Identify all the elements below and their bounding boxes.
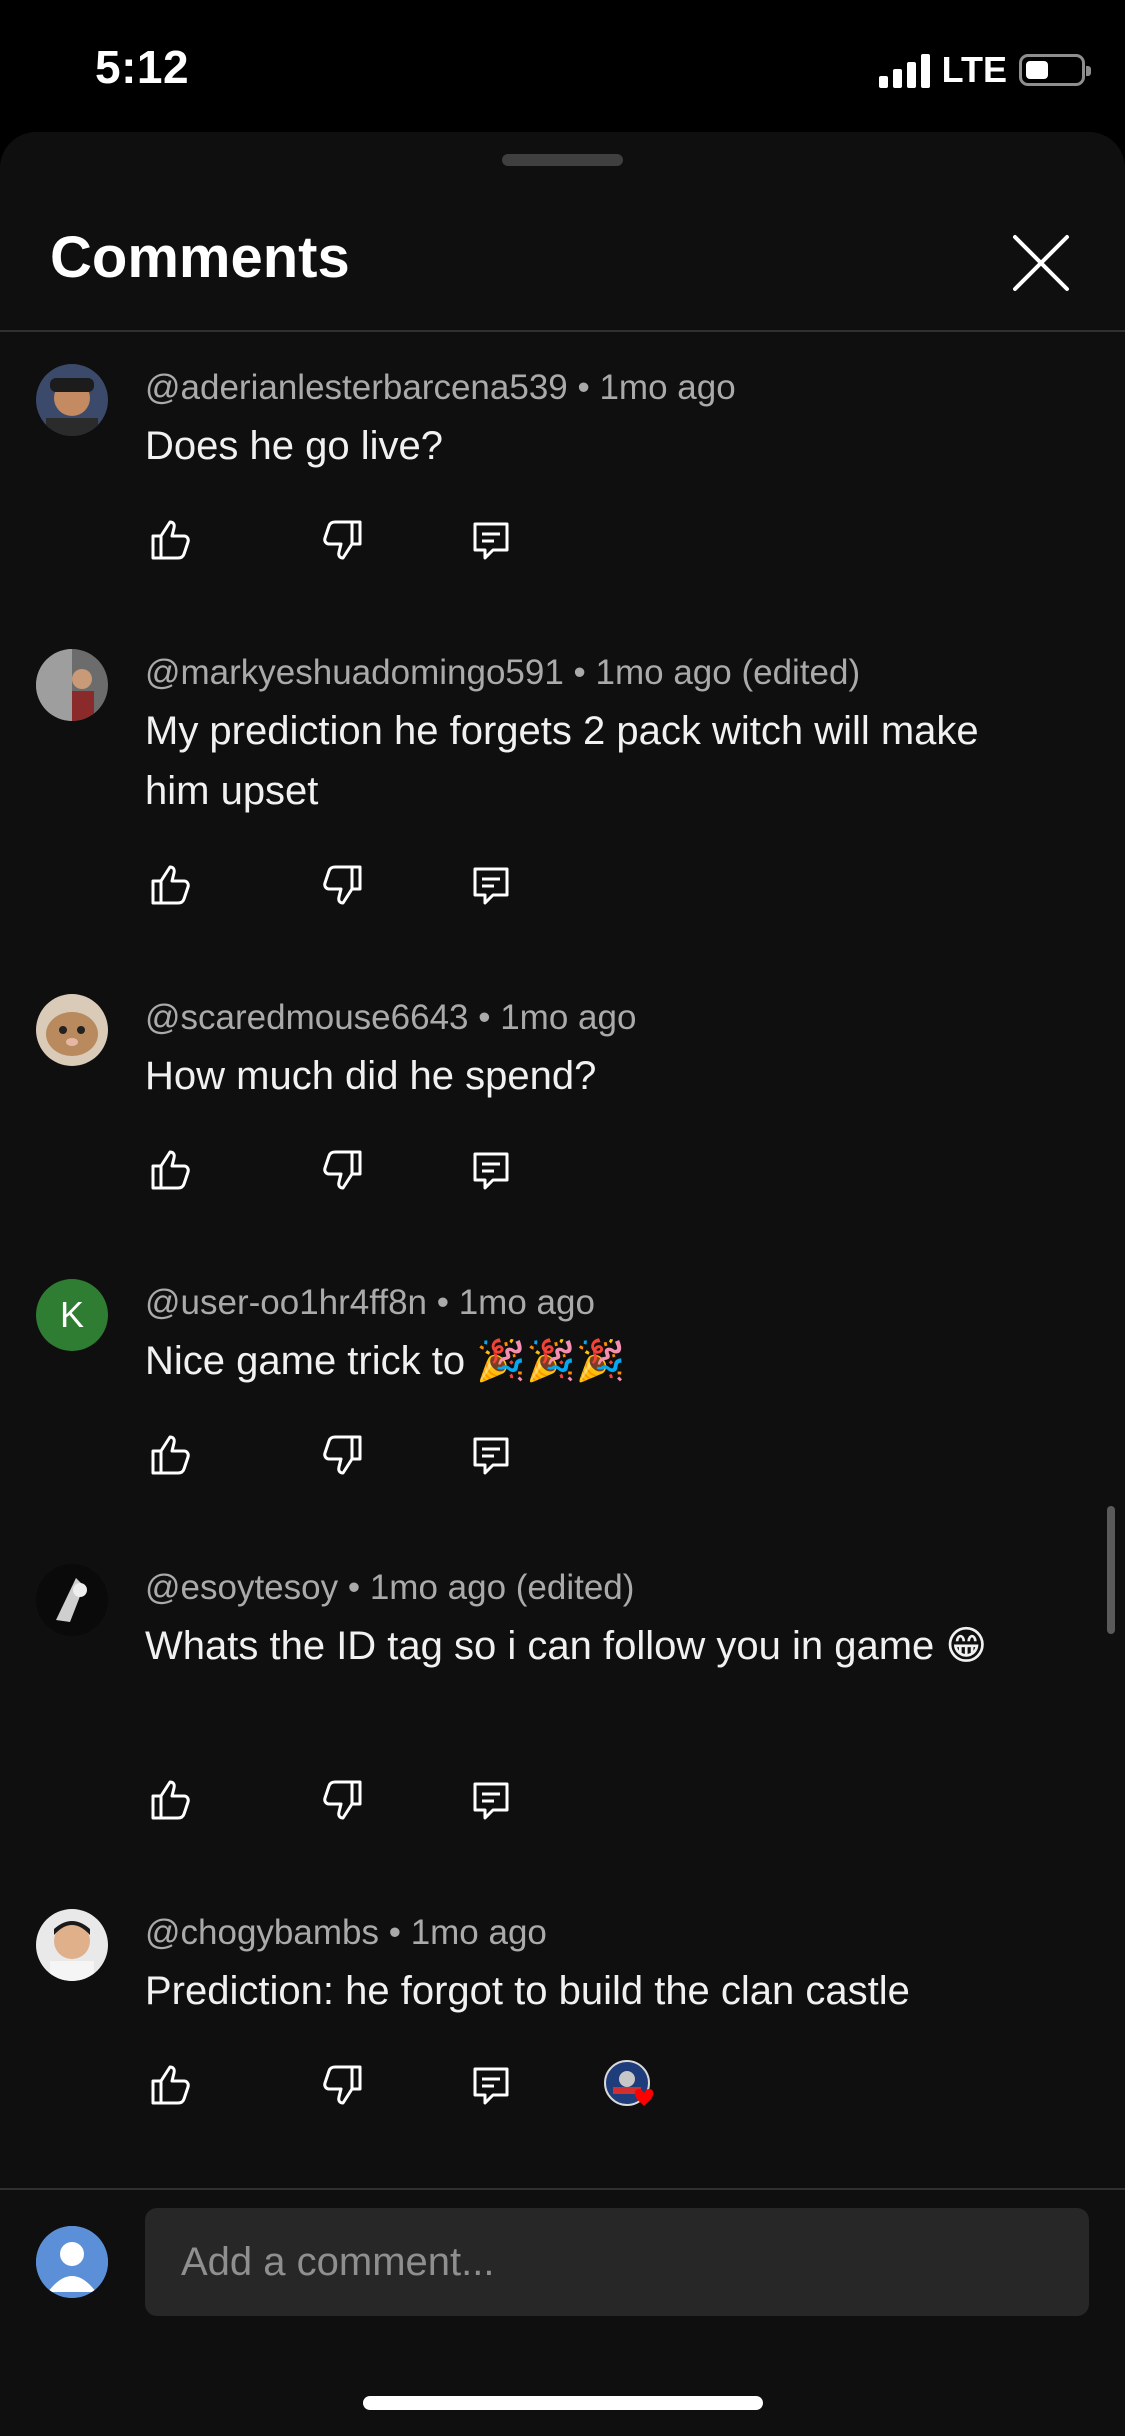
thumbs-up-icon bbox=[151, 2065, 190, 2105]
comment-time: 1mo ago bbox=[599, 368, 736, 407]
thumbs-down-icon bbox=[323, 1150, 362, 1190]
comment-text: Does he go live? bbox=[145, 424, 443, 468]
avatar[interactable] bbox=[36, 649, 108, 721]
battery-icon bbox=[1019, 54, 1091, 86]
comment-meta: @scaredmouse6643 • 1mo ago bbox=[145, 998, 637, 1037]
network-label: LTE bbox=[941, 49, 1007, 90]
comment-time: 1mo ago bbox=[410, 1913, 547, 1952]
comment-author[interactable]: @markyeshuadomingo591 bbox=[145, 653, 564, 692]
reply-button[interactable] bbox=[463, 1772, 519, 1828]
avatar[interactable] bbox=[36, 994, 108, 1066]
comment-author[interactable]: @scaredmouse6643 bbox=[145, 998, 469, 1037]
drag-handle[interactable] bbox=[502, 154, 623, 166]
dislike-button[interactable] bbox=[312, 1772, 368, 1828]
status-icons: LTE bbox=[878, 48, 1091, 92]
comment-text: Whats the ID tag so i can follow you in … bbox=[145, 1624, 988, 1668]
dislike-button[interactable] bbox=[312, 512, 368, 568]
thumbs-down-icon bbox=[323, 1780, 362, 1820]
thumbs-down-icon bbox=[323, 2065, 362, 2105]
user-icon bbox=[36, 2226, 108, 2298]
creator-heart-icon bbox=[603, 2057, 659, 2113]
thumbs-up-icon bbox=[151, 1435, 190, 1475]
comment-text: My prediction he forgets 2 pack witch wi… bbox=[145, 709, 979, 813]
avatar-letter: K bbox=[59, 1294, 84, 1335]
scrollbar[interactable] bbox=[1107, 1506, 1115, 1634]
dislike-button[interactable] bbox=[312, 857, 368, 913]
avatar bbox=[36, 2226, 108, 2298]
thumbs-up-icon bbox=[151, 1780, 190, 1820]
comment-input[interactable] bbox=[145, 2208, 1089, 2316]
reply-icon bbox=[473, 2067, 509, 2105]
home-indicator[interactable] bbox=[363, 2396, 763, 2410]
comment-meta: @markyeshuadomingo591 • 1mo ago (edited) bbox=[145, 653, 861, 692]
like-button[interactable] bbox=[145, 512, 201, 568]
comment-text: Nice game trick to 🎉🎉🎉 bbox=[145, 1339, 626, 1383]
comment-meta: @esoytesoy • 1mo ago (edited) bbox=[145, 1568, 635, 1607]
status-bar: 5:12 LTE bbox=[0, 0, 1125, 135]
status-time: 5:12 bbox=[95, 41, 190, 93]
avatar[interactable] bbox=[36, 1909, 108, 1981]
like-button[interactable] bbox=[145, 1427, 201, 1483]
like-button[interactable] bbox=[145, 857, 201, 913]
thumbs-up-icon bbox=[151, 865, 190, 905]
comment-meta: @user-oo1hr4ff8n • 1mo ago bbox=[145, 1283, 595, 1322]
close-icon[interactable] bbox=[1005, 227, 1077, 299]
like-button[interactable] bbox=[145, 1772, 201, 1828]
reply-icon bbox=[473, 1152, 509, 1190]
reply-icon bbox=[473, 867, 509, 905]
comment-time: 1mo ago bbox=[500, 998, 637, 1037]
avatar[interactable] bbox=[36, 364, 108, 436]
reply-button[interactable] bbox=[463, 512, 519, 568]
comment-meta: @chogybambs • 1mo ago bbox=[145, 1913, 547, 1952]
thumbs-down-icon bbox=[323, 1435, 362, 1475]
header-divider bbox=[0, 330, 1125, 332]
reply-button[interactable] bbox=[463, 2057, 519, 2113]
dislike-button[interactable] bbox=[312, 1142, 368, 1198]
thumbs-up-icon bbox=[151, 520, 190, 560]
comments-sheet: Comments @aderianlesterbarcena539 • 1mo … bbox=[0, 132, 1125, 2436]
reply-icon bbox=[473, 1437, 509, 1475]
thumbs-down-icon bbox=[323, 865, 362, 905]
thumbs-up-icon bbox=[151, 1150, 190, 1190]
comment-time: 1mo ago bbox=[458, 1283, 595, 1322]
like-button[interactable] bbox=[145, 2057, 201, 2113]
cellular-signal-icon bbox=[878, 52, 930, 88]
reply-button[interactable] bbox=[463, 1142, 519, 1198]
comment-author[interactable]: @user-oo1hr4ff8n bbox=[145, 1283, 427, 1322]
comment-time: 1mo ago (edited) bbox=[369, 1568, 635, 1607]
comment-meta: @aderianlesterbarcena539 • 1mo ago bbox=[145, 368, 736, 407]
reply-button[interactable] bbox=[463, 1427, 519, 1483]
page-title: Comments bbox=[50, 225, 350, 290]
comment-time: 1mo ago (edited) bbox=[595, 653, 861, 692]
thumbs-down-icon bbox=[323, 520, 362, 560]
comment-author[interactable]: @chogybambs bbox=[145, 1913, 379, 1952]
reply-icon bbox=[473, 1782, 509, 1820]
comment-text: Prediction: he forgot to build the clan … bbox=[145, 1969, 910, 2013]
reply-button[interactable] bbox=[463, 857, 519, 913]
avatar[interactable] bbox=[36, 1564, 108, 1636]
reply-icon bbox=[473, 522, 509, 560]
dislike-button[interactable] bbox=[312, 2057, 368, 2113]
comment-author[interactable]: @esoytesoy bbox=[145, 1568, 338, 1607]
comment-author[interactable]: @aderianlesterbarcena539 bbox=[145, 368, 568, 407]
like-button[interactable] bbox=[145, 1142, 201, 1198]
comment-text: How much did he spend? bbox=[145, 1054, 597, 1098]
avatar[interactable]: K bbox=[36, 1279, 108, 1351]
dislike-button[interactable] bbox=[312, 1427, 368, 1483]
